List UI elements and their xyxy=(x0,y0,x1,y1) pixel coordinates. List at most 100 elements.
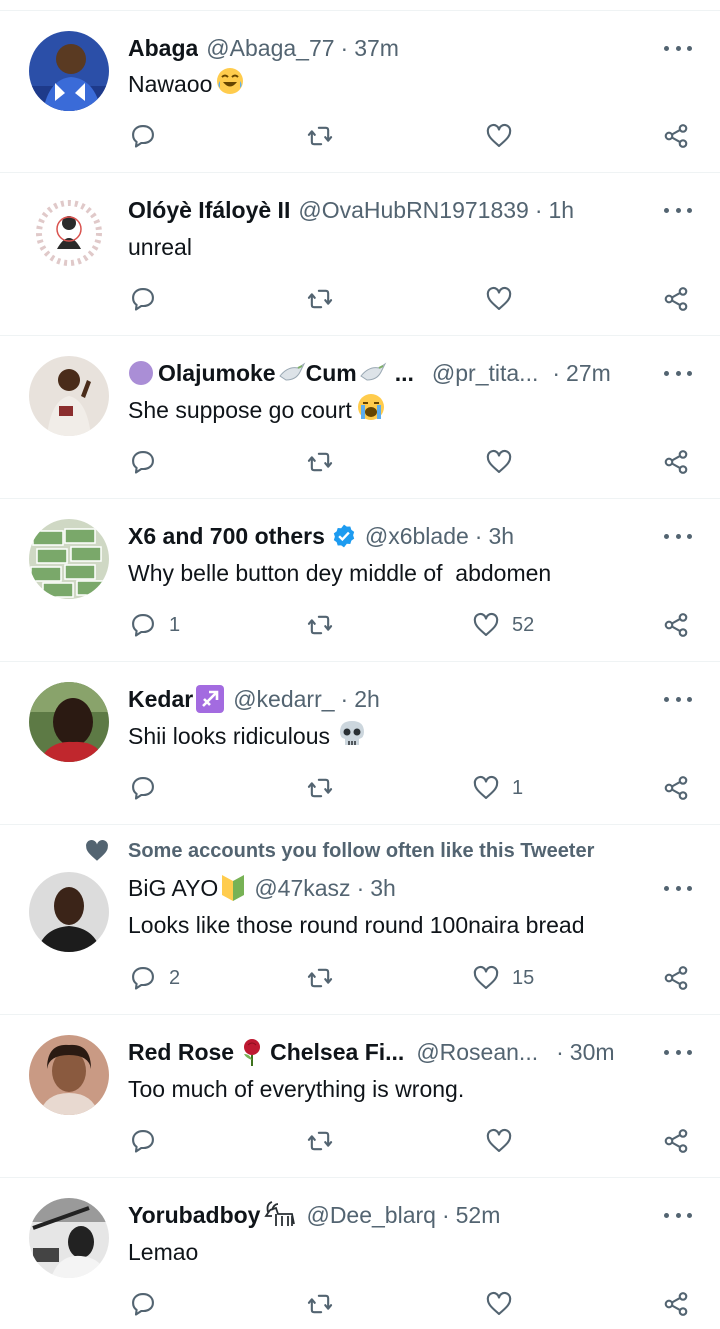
timestamp[interactable]: 3h xyxy=(488,523,514,550)
avatar[interactable] xyxy=(29,193,109,273)
display-name[interactable]: Olajumoke Cum ... xyxy=(128,360,414,387)
user-handle[interactable]: @pr_tita... xyxy=(432,360,538,387)
reply-button[interactable] xyxy=(129,1288,157,1320)
timestamp[interactable]: 30m xyxy=(570,1039,615,1066)
display-name[interactable]: BiG AYO xyxy=(128,873,246,903)
timestamp[interactable]: 27m xyxy=(566,360,611,387)
reply-count: 1 xyxy=(169,613,181,636)
tweet[interactable]: Kedar @kedarr_ · 2h Shii looks ridiculou… xyxy=(0,662,720,825)
display-name[interactable]: Yorubadboy xyxy=(128,1200,298,1230)
like-icon xyxy=(485,1290,513,1318)
share-button[interactable] xyxy=(662,609,690,641)
tweet-header: Olóyè Ifáloyè II @OvaHubRN1971839 · 1h xyxy=(128,195,650,225)
like-button[interactable] xyxy=(485,120,513,152)
tweet-text-content: Looks like those round round 100naira br… xyxy=(128,911,585,938)
user-handle[interactable]: @kedarr_ xyxy=(233,686,334,713)
like-button[interactable] xyxy=(485,1125,513,1157)
user-handle[interactable]: @Dee_blarq xyxy=(306,1202,435,1229)
retweet-button[interactable] xyxy=(306,772,334,804)
tweet[interactable]: Yorubadboy @Dee_blarq · 52m Lemao xyxy=(0,1178,720,1329)
more-options-icon[interactable] xyxy=(664,1210,692,1220)
like-button[interactable]: 1 xyxy=(472,772,523,804)
avatar[interactable] xyxy=(29,1198,109,1278)
reply-button[interactable] xyxy=(129,772,157,804)
more-options-icon[interactable] xyxy=(664,531,692,541)
display-name[interactable]: Kedar xyxy=(128,684,225,714)
verified-badge-icon[interactable] xyxy=(331,523,357,549)
tweet[interactable]: Olajumoke Cum ... @pr_tita... · 27m She … xyxy=(0,336,720,499)
share-icon xyxy=(662,774,690,802)
more-options-icon[interactable] xyxy=(664,694,692,704)
retweet-button[interactable] xyxy=(306,120,334,152)
retweet-button[interactable] xyxy=(306,283,334,315)
user-handle[interactable]: @x6blade xyxy=(365,523,469,550)
share-button[interactable] xyxy=(662,772,690,804)
reply-button[interactable] xyxy=(129,1125,157,1157)
avatar[interactable] xyxy=(29,31,109,111)
retweet-button[interactable] xyxy=(306,609,334,641)
avatar[interactable] xyxy=(29,872,109,952)
reply-icon xyxy=(129,122,157,150)
share-button[interactable] xyxy=(662,120,690,152)
retweet-button[interactable] xyxy=(306,1125,334,1157)
reply-button[interactable]: 2 xyxy=(129,962,180,994)
share-icon xyxy=(662,122,690,150)
share-button[interactable] xyxy=(662,1125,690,1157)
dove-emoji-icon xyxy=(360,362,387,381)
reply-button[interactable] xyxy=(129,283,157,315)
display-name[interactable]: Abaga xyxy=(128,35,198,62)
tweet[interactable]: Red Rose Chelsea Fi... @Rosean... · 30m … xyxy=(0,1015,720,1178)
tweet[interactable]: X6 and 700 others @x6blade · 3h Why bell… xyxy=(0,499,720,662)
like-icon xyxy=(472,774,500,802)
reply-button[interactable]: 1 xyxy=(129,609,180,641)
action-bar: 2 15 xyxy=(0,962,720,994)
tweet[interactable]: Olóyè Ifáloyè II @OvaHubRN1971839 · 1h u… xyxy=(0,173,720,336)
user-handle[interactable]: @Abaga_77 xyxy=(206,35,334,62)
timestamp[interactable]: 2h xyxy=(354,686,380,713)
reply-button[interactable] xyxy=(129,446,157,478)
timestamp[interactable]: 52m xyxy=(456,1202,501,1229)
avatar[interactable] xyxy=(29,356,109,436)
retweet-button[interactable] xyxy=(306,1288,334,1320)
like-button[interactable]: 15 xyxy=(472,962,534,994)
like-button[interactable]: 52 xyxy=(472,609,534,641)
more-options-icon[interactable] xyxy=(664,205,692,215)
tweet[interactable]: Some accounts you follow often like this… xyxy=(0,825,720,1015)
display-name[interactable]: X6 and 700 others xyxy=(128,523,357,550)
retweet-button[interactable] xyxy=(306,962,334,994)
reply-button[interactable] xyxy=(129,120,157,152)
action-bar xyxy=(0,1288,720,1320)
avatar[interactable] xyxy=(29,519,109,599)
display-name-text: Yorubadboy xyxy=(128,1201,261,1228)
user-handle[interactable]: @OvaHubRN1971839 xyxy=(298,197,528,224)
more-options-icon[interactable] xyxy=(664,43,692,53)
like-button[interactable] xyxy=(485,283,513,315)
separator: · xyxy=(356,874,365,901)
timestamp[interactable]: 3h xyxy=(370,875,396,902)
share-button[interactable] xyxy=(662,283,690,315)
tweet[interactable]: Abaga @Abaga_77 · 37m Nawaoo xyxy=(0,11,720,173)
user-handle[interactable]: @47kasz xyxy=(254,875,350,902)
share-button[interactable] xyxy=(662,962,690,994)
action-bar xyxy=(0,1125,720,1157)
user-handle[interactable]: @Rosean... xyxy=(416,1039,538,1066)
like-button[interactable] xyxy=(485,446,513,478)
separator: · xyxy=(552,359,561,386)
timestamp[interactable]: 1h xyxy=(549,197,575,224)
more-options-icon[interactable] xyxy=(664,368,692,378)
share-button[interactable] xyxy=(662,1288,690,1320)
avatar[interactable] xyxy=(29,682,109,762)
more-options-icon[interactable] xyxy=(664,883,692,893)
share-icon xyxy=(662,611,690,639)
more-options-icon[interactable] xyxy=(664,1047,692,1057)
like-icon xyxy=(472,611,500,639)
display-name[interactable]: Olóyè Ifáloyè II xyxy=(128,197,290,224)
display-name[interactable]: Red Rose Chelsea Fi... xyxy=(128,1037,404,1067)
avatar[interactable] xyxy=(29,1035,109,1115)
share-button[interactable] xyxy=(662,446,690,478)
like-icon xyxy=(485,1127,513,1155)
retweet-button[interactable] xyxy=(306,446,334,478)
like-button[interactable] xyxy=(485,1288,513,1320)
timestamp[interactable]: 37m xyxy=(354,35,399,62)
tweet-text-content: unreal xyxy=(128,233,192,260)
